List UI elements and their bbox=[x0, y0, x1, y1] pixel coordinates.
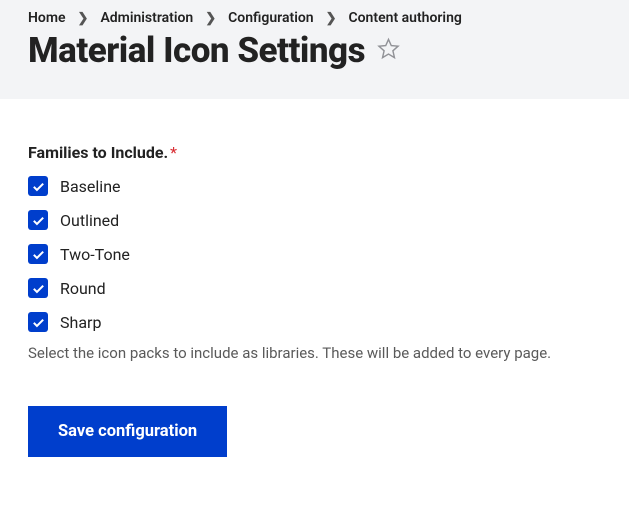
chevron-right-icon: ❯ bbox=[326, 11, 337, 26]
families-fieldset: Families to Include.* Baseline Outlined … bbox=[28, 143, 601, 362]
breadcrumb-item-administration[interactable]: Administration bbox=[100, 10, 193, 26]
option-outlined: Outlined bbox=[28, 210, 601, 230]
star-icon[interactable] bbox=[377, 37, 400, 64]
page-title: Material Icon Settings bbox=[28, 30, 365, 71]
chevron-right-icon: ❯ bbox=[78, 11, 89, 26]
option-label-two-tone[interactable]: Two-Tone bbox=[60, 245, 130, 264]
option-label-round[interactable]: Round bbox=[60, 279, 106, 298]
check-icon bbox=[31, 179, 46, 194]
checkbox-sharp[interactable] bbox=[28, 312, 48, 332]
breadcrumb-item-content-authoring[interactable]: Content authoring bbox=[348, 10, 461, 26]
breadcrumb-item-home[interactable]: Home bbox=[28, 10, 66, 26]
breadcrumb: Home ❯ Administration ❯ Configuration ❯ … bbox=[28, 10, 601, 26]
breadcrumb-item-configuration[interactable]: Configuration bbox=[228, 10, 313, 26]
checkbox-round[interactable] bbox=[28, 278, 48, 298]
families-description: Select the icon packs to include as libr… bbox=[28, 344, 601, 362]
option-label-outlined[interactable]: Outlined bbox=[60, 211, 119, 230]
option-label-baseline[interactable]: Baseline bbox=[60, 177, 121, 196]
families-label: Families to Include. bbox=[28, 143, 168, 162]
option-label-sharp[interactable]: Sharp bbox=[60, 313, 101, 332]
option-sharp: Sharp bbox=[28, 312, 601, 332]
save-configuration-button[interactable]: Save configuration bbox=[28, 406, 227, 457]
option-baseline: Baseline bbox=[28, 176, 601, 196]
check-icon bbox=[31, 247, 46, 262]
checkbox-outlined[interactable] bbox=[28, 210, 48, 230]
check-icon bbox=[31, 281, 46, 296]
option-two-tone: Two-Tone bbox=[28, 244, 601, 264]
checkbox-two-tone[interactable] bbox=[28, 244, 48, 264]
option-round: Round bbox=[28, 278, 601, 298]
check-icon bbox=[31, 213, 46, 228]
check-icon bbox=[31, 315, 46, 330]
chevron-right-icon: ❯ bbox=[205, 11, 216, 26]
checkbox-baseline[interactable] bbox=[28, 176, 48, 196]
required-mark: * bbox=[170, 143, 177, 162]
